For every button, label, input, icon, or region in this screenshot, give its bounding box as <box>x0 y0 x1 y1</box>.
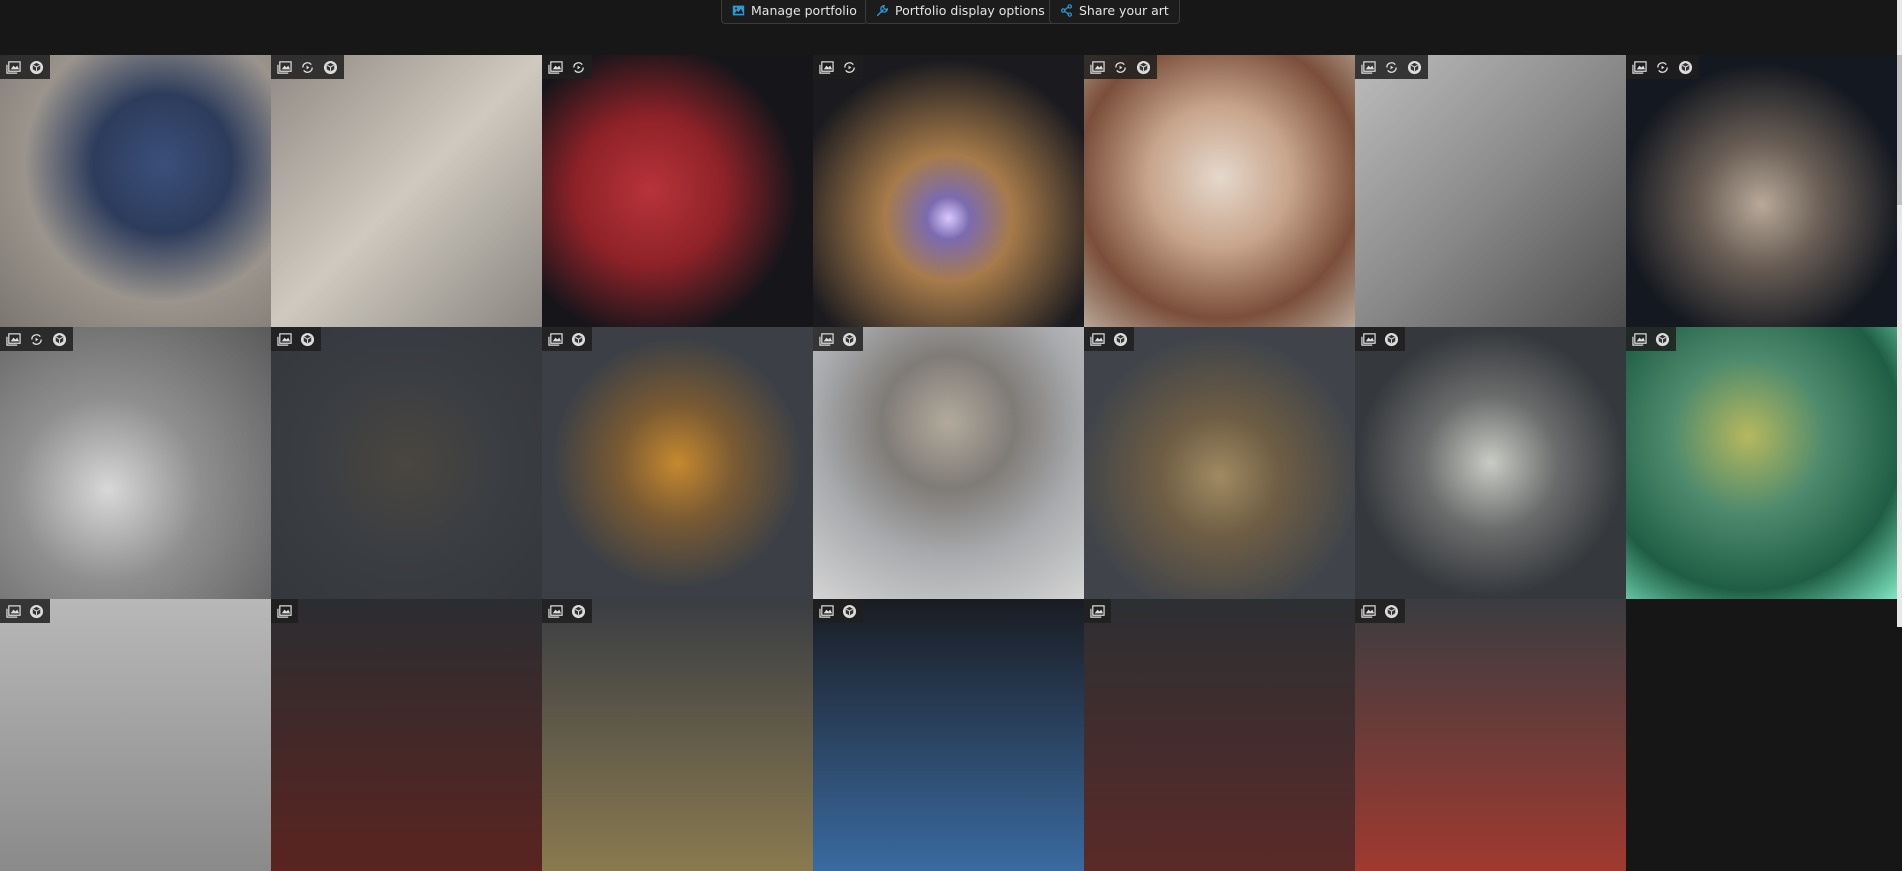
3d-model-icon <box>323 60 338 75</box>
gallery-icon <box>6 60 21 75</box>
artwork-tile[interactable] <box>0 599 271 871</box>
3d-model-icon <box>1655 332 1670 347</box>
3d-model-icon <box>842 604 857 619</box>
artwork-tile[interactable] <box>271 55 542 327</box>
media-type-badges <box>1084 599 1111 623</box>
3d-model-icon <box>1136 60 1151 75</box>
3d-model-icon <box>1678 60 1693 75</box>
manage-portfolio-label: Manage portfolio <box>751 3 857 18</box>
media-type-badges <box>271 55 344 79</box>
scrollbar[interactable] <box>1897 0 1902 627</box>
3d-model-icon <box>1384 332 1399 347</box>
3d-model-icon <box>1113 332 1128 347</box>
artwork-tile[interactable] <box>813 599 1084 871</box>
media-type-badges <box>1355 327 1405 351</box>
3d-model-icon <box>52 332 67 347</box>
rotate-360-icon <box>571 60 586 75</box>
rotate-360-icon <box>1384 60 1399 75</box>
media-type-badges <box>1626 55 1699 79</box>
gallery-icon <box>1090 604 1105 619</box>
media-type-badges <box>1084 327 1134 351</box>
media-type-badges <box>1355 599 1405 623</box>
gallery-icon <box>277 332 292 347</box>
media-type-badges <box>542 327 592 351</box>
artwork-tile[interactable] <box>542 55 813 327</box>
media-type-badges <box>0 599 50 623</box>
media-type-badges <box>813 327 863 351</box>
share-your-art-button[interactable]: Share your art <box>1049 0 1180 24</box>
gallery-icon <box>1361 332 1376 347</box>
share-icon <box>1061 4 1072 17</box>
3d-model-icon <box>571 332 586 347</box>
top-toolbar: Manage portfolio Portfolio display optio… <box>0 0 1902 55</box>
gallery-icon <box>548 60 563 75</box>
artwork-tile[interactable] <box>1355 327 1626 599</box>
artwork-tile[interactable] <box>1084 599 1355 871</box>
media-type-badges <box>271 599 298 623</box>
rotate-360-icon <box>1113 60 1128 75</box>
portfolio-display-options-button[interactable]: Portfolio display options <box>865 0 1056 24</box>
artwork-tile[interactable] <box>0 327 271 599</box>
media-type-badges <box>1355 55 1428 79</box>
gallery-icon <box>819 332 834 347</box>
artwork-tile[interactable] <box>813 327 1084 599</box>
gallery-icon <box>1361 604 1376 619</box>
artwork-tile[interactable] <box>1084 327 1355 599</box>
artwork-tile[interactable] <box>542 327 813 599</box>
gallery-icon <box>548 604 563 619</box>
media-type-badges <box>813 599 863 623</box>
gallery-icon <box>819 604 834 619</box>
share-your-art-label: Share your art <box>1079 3 1169 18</box>
media-type-badges <box>542 55 592 79</box>
rotate-360-icon <box>300 60 315 75</box>
3d-model-icon <box>571 604 586 619</box>
artwork-tile[interactable] <box>1355 599 1626 871</box>
artwork-tile[interactable] <box>1626 327 1897 599</box>
media-type-badges <box>542 599 592 623</box>
artwork-tile[interactable] <box>1626 55 1897 327</box>
scrollbar-thumb[interactable] <box>1897 55 1902 205</box>
artwork-tile[interactable] <box>1355 55 1626 327</box>
gallery-icon <box>6 604 21 619</box>
portfolio-display-options-label: Portfolio display options <box>895 3 1045 18</box>
gallery-icon <box>819 60 834 75</box>
gallery-icon <box>1361 60 1376 75</box>
artwork-tile <box>1626 599 1897 871</box>
media-type-badges <box>271 327 321 351</box>
media-type-badges <box>0 327 73 351</box>
gallery-icon <box>1632 60 1647 75</box>
gallery-icon <box>277 60 292 75</box>
gallery-icon <box>1090 332 1105 347</box>
portfolio-grid <box>0 55 1897 871</box>
artwork-tile[interactable] <box>271 599 542 871</box>
media-type-badges <box>0 55 50 79</box>
gallery-icon <box>1632 332 1647 347</box>
rotate-360-icon <box>842 60 857 75</box>
rotate-360-icon <box>29 332 44 347</box>
artwork-tile[interactable] <box>0 55 271 327</box>
gallery-icon <box>1090 60 1105 75</box>
media-type-badges <box>1084 55 1157 79</box>
artwork-tile[interactable] <box>813 55 1084 327</box>
gallery-icon <box>548 332 563 347</box>
artwork-tile[interactable] <box>542 599 813 871</box>
gallery-icon <box>6 332 21 347</box>
3d-model-icon <box>1384 604 1399 619</box>
artwork-tile[interactable] <box>1084 55 1355 327</box>
manage-portfolio-button[interactable]: Manage portfolio <box>721 0 868 24</box>
3d-model-icon <box>842 332 857 347</box>
wrench-icon <box>876 4 889 17</box>
3d-model-icon <box>29 604 44 619</box>
media-type-badges <box>813 55 863 79</box>
image-icon <box>732 5 745 16</box>
gallery-icon <box>277 604 292 619</box>
rotate-360-icon <box>1655 60 1670 75</box>
3d-model-icon <box>1407 60 1422 75</box>
artwork-tile[interactable] <box>271 327 542 599</box>
3d-model-icon <box>29 60 44 75</box>
3d-model-icon <box>300 332 315 347</box>
media-type-badges <box>1626 327 1676 351</box>
